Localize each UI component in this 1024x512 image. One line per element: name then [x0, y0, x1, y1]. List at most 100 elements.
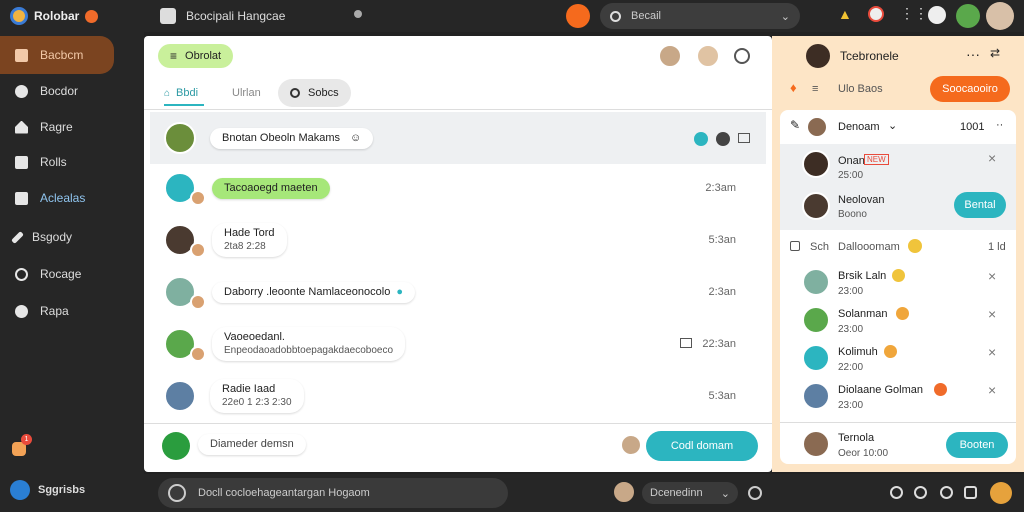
- timestamp: 22:3an: [702, 338, 736, 350]
- pin-icon: ✎: [790, 118, 801, 132]
- sidebar-item-7[interactable]: Rapa: [0, 292, 144, 330]
- timestamp: 5:3an: [708, 234, 736, 246]
- page-title: Bcocipali Hangcae: [186, 9, 286, 23]
- search-bar[interactable]: Becail ⌄: [600, 3, 800, 29]
- sidebar-item-1[interactable]: Bocdor: [0, 72, 144, 110]
- compose-avatar: [620, 434, 642, 456]
- profile-avatar[interactable]: [804, 42, 832, 70]
- sidebar-footer[interactable]: Sggrisbs: [10, 480, 85, 500]
- status-icon: [694, 132, 708, 146]
- footer-contact-row[interactable]: Ternola Oeor 10:00 Booten: [780, 426, 1016, 464]
- emoji-icon: [884, 345, 897, 358]
- window-icon: [738, 133, 750, 143]
- panel-subtitle: Ulo Baos: [838, 83, 883, 95]
- notification-badge: 1: [21, 434, 32, 445]
- attach-icon[interactable]: [162, 432, 190, 460]
- contact-row[interactable]: Diolaane Golman 23:00 ×: [780, 378, 1016, 416]
- fire-icon: ♦: [790, 80, 797, 95]
- smile-icon: ☺: [350, 131, 362, 144]
- bottom-input[interactable]: Docll cocloehageantargan Hogaom: [158, 478, 508, 508]
- emoji-icon: [896, 307, 909, 320]
- warning-icon[interactable]: ▲: [838, 6, 852, 22]
- user-selector[interactable]: Dcenedinn ⌄: [642, 482, 738, 504]
- calendar-icon: [15, 48, 28, 62]
- chevron-down-icon[interactable]: ⌄: [888, 119, 897, 132]
- contact-action-button[interactable]: Bental: [954, 192, 1006, 218]
- featured-block: Onan NEW 25:00 × Neolovan Boono Bental: [780, 144, 1016, 230]
- compose-input[interactable]: Diameder demsn: [198, 434, 306, 455]
- search-icon: [290, 88, 300, 98]
- small-avatar: [190, 294, 206, 310]
- chevron-down-icon: ⌄: [720, 487, 730, 500]
- more-icon[interactable]: ···: [966, 46, 980, 62]
- close-icon[interactable]: ×: [988, 268, 996, 284]
- info-icon[interactable]: [734, 48, 750, 64]
- sync-icon[interactable]: [914, 486, 927, 499]
- header-avatar-1[interactable]: [658, 44, 682, 68]
- app-logo[interactable]: Rolobar: [10, 6, 99, 26]
- user-circle-icon: [10, 480, 30, 500]
- logo-mark-icon: [10, 7, 28, 25]
- notifications-button[interactable]: 1: [12, 434, 32, 456]
- apps-grid-icon[interactable]: ⋮⋮: [900, 5, 928, 22]
- list-item[interactable]: Daborry .leoonte Namlaceonocolo ● 2:3an: [150, 266, 766, 318]
- emoji-face-icon[interactable]: [990, 482, 1012, 504]
- tab-1[interactable]: Ulrlan: [232, 87, 261, 99]
- contact-row[interactable]: Brsik Laln 23:00 ×: [780, 264, 1016, 302]
- pen-icon: [11, 230, 24, 244]
- send-button[interactable]: Codl domam: [646, 431, 758, 461]
- list-item[interactable]: Hade Tord 2ta8 2:28 5:3an: [150, 214, 766, 266]
- primary-action-button[interactable]: Soocaooiro: [930, 76, 1010, 102]
- window-icon: [160, 8, 176, 24]
- section-count: 1001: [960, 121, 985, 133]
- header-avatar-2[interactable]: [696, 44, 720, 68]
- list-item[interactable]: Tacoaoegd maeten 2:3am: [150, 162, 766, 214]
- more-icon[interactable]: ··: [996, 119, 1003, 131]
- close-icon[interactable]: ×: [988, 306, 996, 322]
- sidebar-item-2[interactable]: Ragre: [0, 108, 144, 146]
- close-icon[interactable]: ×: [988, 150, 996, 166]
- sidebar-item-6[interactable]: Rocage: [0, 255, 144, 293]
- search-icon[interactable]: [890, 486, 903, 499]
- sidebar: Rolobar Bacbcm Bocdor Ragre Rolls Acleal…: [0, 0, 144, 512]
- emoji-icon[interactable]: [748, 486, 762, 500]
- contact-row[interactable]: Kolimuh 22:00 ×: [780, 340, 1016, 378]
- sidebar-item-5[interactable]: Bsgody: [0, 218, 144, 256]
- sidebar-item-3[interactable]: Rolls: [0, 143, 144, 181]
- main-panel: ≡ Obrolat ⌂ Bbdi Ulrlan Sobcs Bnotan Obe…: [144, 36, 772, 472]
- contact-icon: [716, 132, 730, 146]
- contact-row[interactable]: Solanman 23:00 ×: [780, 302, 1016, 340]
- avatar: [802, 382, 830, 410]
- emoji-icon: [892, 269, 905, 282]
- emoji-icon: [934, 383, 947, 396]
- divider: [144, 109, 772, 110]
- list-item[interactable]: Radie Iaad 22e0 1 2:3 2:30 5:3an: [150, 370, 766, 422]
- sidebar-item-0[interactable]: Bacbcm: [0, 36, 114, 74]
- settings-icon[interactable]: [940, 486, 953, 499]
- tab-0[interactable]: ⌂ Bbdi: [164, 82, 205, 106]
- profile-small-icon[interactable]: [928, 6, 946, 24]
- user-avatar[interactable]: [986, 2, 1014, 30]
- orange-app-icon[interactable]: [566, 4, 590, 28]
- list-item[interactable]: Bnotan Obeoln Makams ☺: [150, 112, 766, 164]
- chevron-down-icon: ⌄: [780, 10, 790, 23]
- search-input[interactable]: Becail: [631, 10, 771, 22]
- footer-contact-button[interactable]: Booten: [946, 432, 1008, 458]
- leaf-app-icon[interactable]: [956, 4, 980, 28]
- sidebar-item-4[interactable]: Aclealas: [0, 179, 144, 217]
- message-bubble: Daborry .leoonte Namlaceonocolo ●: [212, 281, 415, 303]
- chat-icon[interactable]: [964, 486, 977, 499]
- shuffle-icon[interactable]: ⇄: [990, 46, 1000, 60]
- tab-2[interactable]: Sobcs: [278, 79, 351, 107]
- subtitle-prefix-icon: ≡: [812, 83, 819, 95]
- timestamp: 2:3am: [705, 182, 736, 194]
- list-item[interactable]: Vaoeoedanl. Enpeodaoadobbtoepagakdaecoboe…: [150, 318, 766, 370]
- alert-icon[interactable]: [868, 6, 884, 22]
- avatar: [802, 344, 830, 372]
- close-icon[interactable]: ×: [988, 382, 996, 398]
- tab-icon: ⌂: [164, 87, 171, 99]
- status-chip[interactable]: ≡ Obrolat: [158, 44, 234, 68]
- contacts-card: ✎ Denoam ⌄ 1001 ·· Onan NEW 25:00 × Neol…: [780, 110, 1016, 464]
- section-title[interactable]: Denoam: [838, 121, 880, 133]
- close-icon[interactable]: ×: [988, 344, 996, 360]
